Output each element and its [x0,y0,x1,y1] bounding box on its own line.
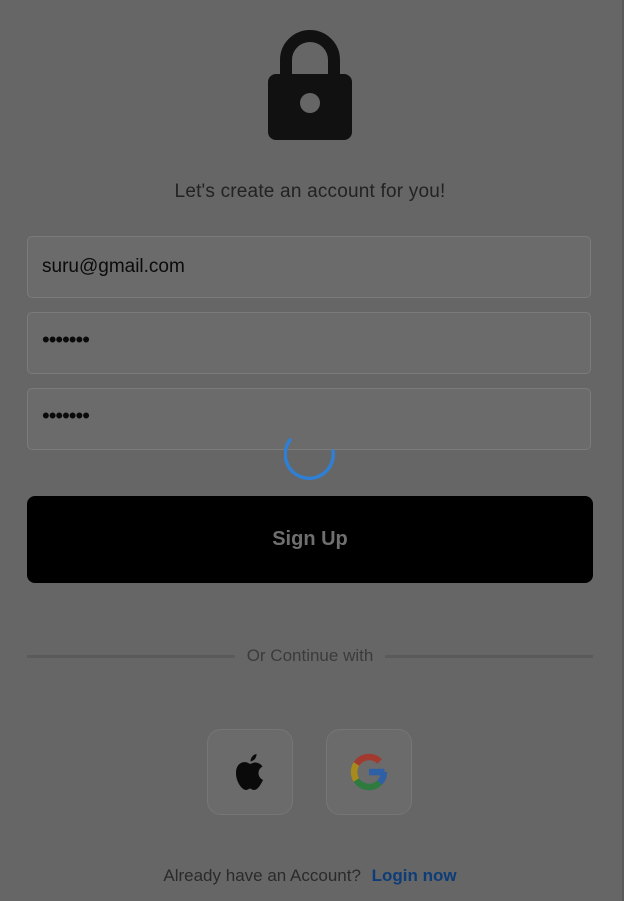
google-signin-button[interactable] [326,729,412,815]
email-field[interactable]: suru@gmail.com [27,236,591,298]
lock-icon [268,30,352,140]
signup-button-label: Sign Up [272,528,348,550]
divider-line-left [27,655,235,658]
login-prompt: Already have an Account? Login now [0,866,620,886]
loading-spinner-icon [284,438,335,480]
password-value: ••••••• [42,327,90,352]
login-now-link[interactable]: Login now [372,866,457,885]
apple-signin-button[interactable] [207,729,293,815]
confirm-password-value: ••••••• [42,403,90,428]
divider-line-right [385,655,593,658]
login-prompt-text: Already have an Account? [163,866,361,885]
password-field[interactable]: ••••••• [27,312,591,374]
divider-label: Or Continue with [246,646,374,665]
google-icon [350,753,388,791]
signup-screen: Let's create an account for you! suru@gm… [0,0,624,901]
apple-icon [236,754,263,790]
page-subtitle: Let's create an account for you! [174,181,446,202]
signup-button[interactable]: Sign Up [27,496,593,583]
email-value: suru@gmail.com [42,256,185,277]
